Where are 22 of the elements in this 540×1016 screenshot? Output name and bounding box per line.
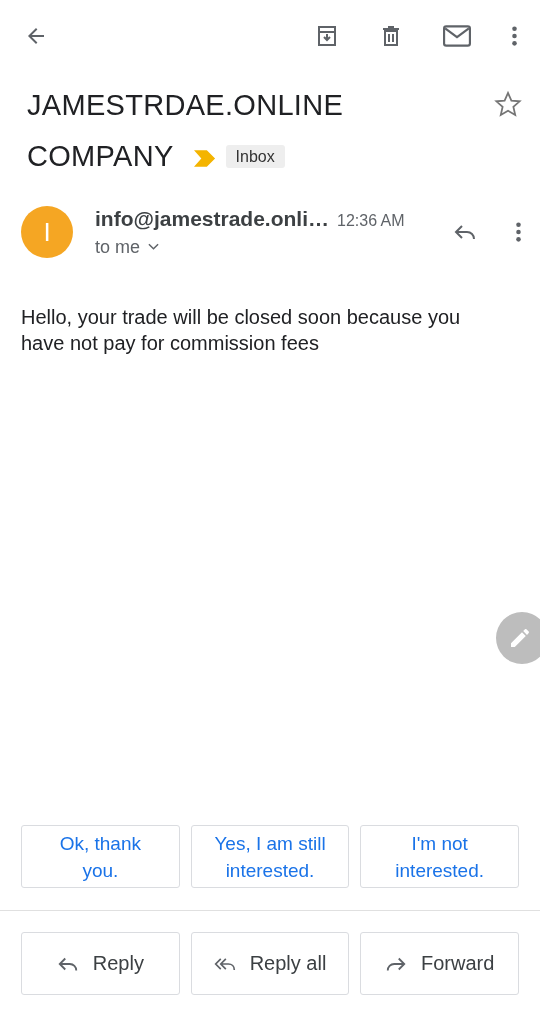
sender-address: info@jamestrade.onli… — [95, 206, 329, 231]
action-button[interactable]: Forward — [360, 932, 519, 995]
mail-icon[interactable] — [443, 25, 471, 47]
sender-avatar: I — [21, 206, 73, 258]
suggested-reply-button[interactable]: Ok, thank you. — [21, 825, 180, 888]
suggested-reply-button[interactable]: I'm not interested. — [360, 825, 519, 888]
more-icon[interactable] — [515, 221, 522, 243]
action-button[interactable]: Reply all — [190, 932, 350, 995]
recipient-text: to me — [95, 236, 141, 258]
email-subject-line: COMPANY — [27, 140, 174, 172]
action-button[interactable]: Reply — [21, 932, 180, 995]
sent-time: 12:36 AM — [337, 211, 405, 230]
archive-icon[interactable] — [315, 24, 339, 48]
star-icon[interactable] — [494, 90, 522, 118]
message-body: Hello, your trade will be closed soon because you have not pay for commission fees — [21, 305, 462, 356]
inbox-label[interactable]: Inbox — [225, 145, 285, 168]
suggested-reply-button[interactable]: Yes, I am still interested. — [190, 825, 350, 888]
caret-icon[interactable] — [148, 243, 160, 251]
pencil-icon — [508, 626, 532, 650]
email-subject-line: JAMESTRDAE.ONLINE — [27, 89, 344, 121]
importance-marker-icon[interactable] — [193, 150, 216, 167]
more-icon[interactable] — [511, 25, 518, 47]
